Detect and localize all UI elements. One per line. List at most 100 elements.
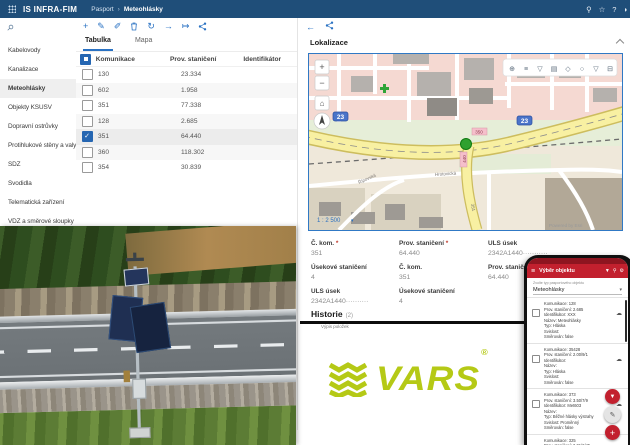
table-row[interactable]: ✓ 602 1.958 xyxy=(76,83,297,99)
sidebar-pin-icon[interactable]: ⚲ xyxy=(5,22,17,34)
cloud-sync-icon[interactable]: ☁ xyxy=(616,356,622,363)
delete-button[interactable] xyxy=(130,22,138,31)
sidebar-item[interactable]: Kanalizace xyxy=(0,60,76,79)
cell-prov-stanicen: 30.839 xyxy=(181,164,263,171)
sidebar-item-label: VDZ a směrové sloupky xyxy=(8,218,74,225)
zoom-out-button: − xyxy=(319,78,324,88)
cloud-sync-icon[interactable]: ☁ xyxy=(616,310,622,317)
phone-list-item[interactable]: Komunikace: 35428 Prov. staničení: 2.00/… xyxy=(527,344,628,390)
row-checkbox[interactable]: ✓ xyxy=(82,131,93,142)
object-type-select[interactable]: Zvolte typ pasportového objektu Meteohlá… xyxy=(527,278,628,298)
tab-strip: Tabulka Mapa xyxy=(76,35,297,52)
form-field[interactable]: Úsekové staničení 4 xyxy=(311,264,399,288)
phone-filter-icon[interactable]: ▼ xyxy=(605,268,610,274)
cell-komunikace: 602 xyxy=(98,87,181,94)
cell-prov-stanicen: 118.302 xyxy=(181,149,263,156)
breadcrumb-current[interactable]: Meteohlásky xyxy=(124,6,163,13)
bulk-edit-button[interactable]: ✐ xyxy=(114,22,122,31)
sidebar-item[interactable]: Dopravní ostrůvky xyxy=(0,117,76,136)
help-icon[interactable]: ? xyxy=(612,5,616,14)
phone-edit-fab[interactable]: ✎ xyxy=(604,406,621,423)
row-checkbox[interactable]: ✓ xyxy=(82,85,93,96)
table-body: ✓ 130 23.334 ✓ 602 1.958 ✓ 351 77.338 xyxy=(76,67,297,176)
cell-prov-stanicen: 64.440 xyxy=(181,133,263,140)
phone-item-checkbox[interactable] xyxy=(532,400,540,408)
phone-title: Výběr objektu xyxy=(539,268,575,274)
tab-mapa[interactable]: Mapa xyxy=(133,35,155,51)
cell-komunikace: 354 xyxy=(98,164,181,171)
star-icon[interactable]: ☆ xyxy=(599,5,606,14)
phone-add-fab[interactable]: + xyxy=(605,425,620,440)
zoom-in-button: + xyxy=(319,62,324,72)
sidebar-item[interactable]: SDZ xyxy=(0,155,76,174)
sidebar-item[interactable]: Svodidla xyxy=(0,174,76,193)
phone-list-item[interactable]: Komunikace: 128 Prov. staničení: 2.685 I… xyxy=(527,298,628,344)
home-button: ⌂ xyxy=(320,99,325,108)
sidebar-item[interactable]: Telematická zařízení xyxy=(0,193,76,212)
map-toolbar[interactable]: ⊕ ≡ ▽ ▤ ◇ ○ ▽ ⊟ xyxy=(503,59,617,76)
move-button[interactable]: → xyxy=(164,22,173,31)
select-all-checkbox[interactable] xyxy=(80,54,91,65)
row-checkbox[interactable]: ✓ xyxy=(82,116,93,127)
form-field[interactable]: Prov. staničení 64.440 xyxy=(399,240,488,264)
share-button[interactable] xyxy=(198,22,207,31)
field-label: Č. kom. xyxy=(311,240,399,247)
row-checkbox[interactable]: ✓ xyxy=(82,100,93,111)
column-komunikace[interactable]: Komunikace xyxy=(96,56,170,63)
phone-filter-fab[interactable]: ▼ xyxy=(605,389,620,404)
panel-share-button[interactable] xyxy=(325,21,334,32)
sidebar-item[interactable]: Meteohlásky xyxy=(0,79,76,98)
breadcrumb-root[interactable]: Pasport xyxy=(91,6,113,13)
column-identifikator[interactable]: Identifikátor xyxy=(243,56,297,63)
cell-komunikace: 360 xyxy=(98,149,181,156)
vars-logo: VARS® xyxy=(328,360,488,397)
phone-mockup: ≡ Výběr objektu ▼ ⚲ ⚙ Zvolte typ pasport… xyxy=(524,255,630,445)
cell-komunikace: 351 xyxy=(98,102,181,109)
table-row[interactable]: ✓ 128 2.685 xyxy=(76,114,297,130)
row-checkbox[interactable]: ✓ xyxy=(82,162,93,173)
tab-tabulka[interactable]: Tabulka xyxy=(83,35,113,51)
table-row[interactable]: ✓ 130 23.334 xyxy=(76,67,297,83)
table-row[interactable]: ✓ 360 118.302 xyxy=(76,145,297,161)
table-row[interactable]: ✓ 351 64.440 xyxy=(76,129,297,145)
edit-button[interactable]: ✎ xyxy=(97,22,105,31)
form-field[interactable]: Č. kom. 351 xyxy=(311,240,399,264)
map-tool-6-icon: ○ xyxy=(580,66,584,73)
app-launcher-icon[interactable] xyxy=(8,5,16,13)
row-checkbox[interactable]: ✓ xyxy=(82,147,93,158)
historie-title[interactable]: Historie xyxy=(311,309,343,319)
add-button[interactable]: + xyxy=(83,22,88,31)
map-canvas[interactable]: 350 440 23 23 Řípovská Hrotovická xyxy=(309,54,622,230)
sidebar-item[interactable]: Objekty KSUSV xyxy=(0,98,76,117)
pin-icon[interactable]: ⚲ xyxy=(586,5,592,14)
phone-settings-icon[interactable]: ⚙ xyxy=(620,268,624,274)
cell-prov-stanicen: 23.334 xyxy=(181,71,263,78)
map-widget[interactable]: 350 440 23 23 Řípovská Hrotovická xyxy=(308,53,623,231)
user-icon[interactable]: ◗ xyxy=(623,5,628,14)
sidebar-item[interactable]: Protihlukové stěny a valy xyxy=(0,136,76,155)
map-scale[interactable]: 1 : 2 500 xyxy=(317,218,341,224)
table-row[interactable]: ✓ 354 30.839 xyxy=(76,160,297,176)
field-label: Č. kom. xyxy=(399,264,488,271)
road-shield-23-right: 23 xyxy=(517,116,532,125)
phone-app-bar: ≡ Výběr objektu ▼ ⚲ ⚙ xyxy=(527,264,628,278)
row-checkbox[interactable]: ✓ xyxy=(82,69,93,80)
refresh-button[interactable]: ↻ xyxy=(147,22,155,31)
form-field[interactable]: Č. kom. 351 xyxy=(399,264,488,288)
table-header: Komunikace Prov. staničení Identifikátor xyxy=(76,52,297,67)
collapse-icon[interactable] xyxy=(616,38,624,46)
sidebar-item-label: Svodidla xyxy=(8,180,32,187)
phone-pin-icon[interactable]: ⚲ xyxy=(613,268,617,274)
phone-scrollbar[interactable] xyxy=(625,300,627,342)
cell-komunikace: 128 xyxy=(98,118,181,125)
column-prov-stanicen[interactable]: Prov. staničení xyxy=(170,56,243,63)
map-selected-marker[interactable] xyxy=(461,139,472,150)
phone-item-checkbox[interactable] xyxy=(532,309,540,317)
menu-icon[interactable]: ≡ xyxy=(531,268,535,275)
table-row[interactable]: ✓ 351 77.338 xyxy=(76,98,297,114)
back-button[interactable]: ← xyxy=(306,22,315,32)
cell-komunikace: 130 xyxy=(98,71,181,78)
sidebar-item[interactable]: Kabelovody xyxy=(0,41,76,60)
goto-button[interactable]: ↦ xyxy=(182,22,190,31)
phone-item-checkbox[interactable] xyxy=(532,355,540,363)
